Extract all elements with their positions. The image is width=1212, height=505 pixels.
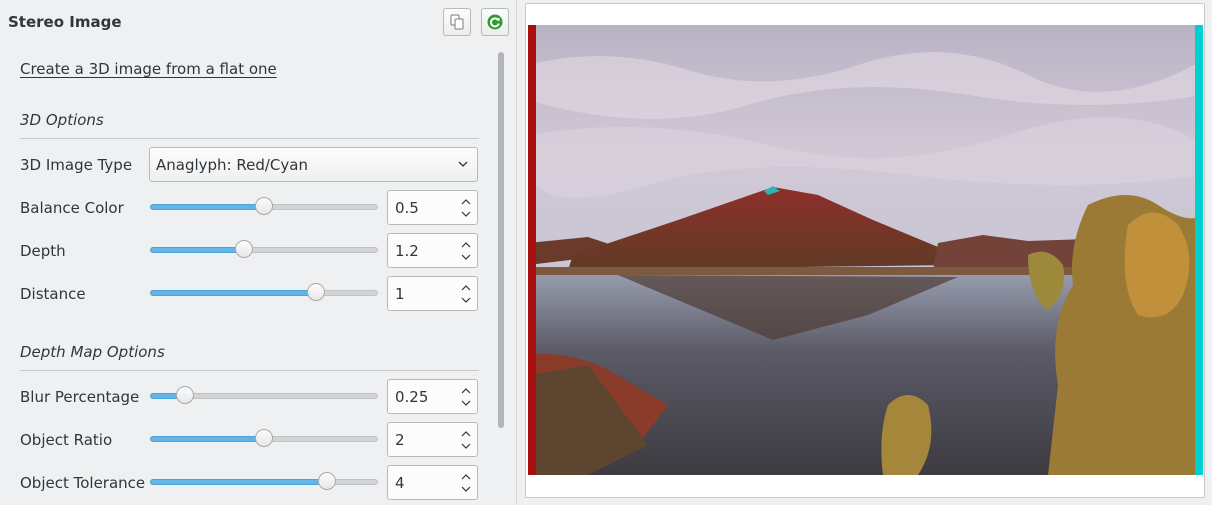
object-ratio-spinbox[interactable]: 2: [387, 422, 478, 457]
panel-title: Stereo Image: [8, 13, 122, 31]
spin-arrows-icon[interactable]: [460, 196, 472, 220]
depth-value: 1.2: [395, 242, 419, 260]
blur-percentage-value: 0.25: [395, 388, 429, 406]
copy-icon: [450, 14, 464, 30]
object-tolerance-spinbox[interactable]: 4: [387, 465, 478, 500]
image-type-label: 3D Image Type: [20, 156, 133, 174]
distance-value: 1: [395, 285, 405, 303]
section-divider: [20, 138, 479, 139]
slider-handle[interactable]: [306, 283, 325, 301]
distance-label: Distance: [20, 285, 86, 303]
slider-handle[interactable]: [255, 197, 273, 215]
slider-handle[interactable]: [318, 472, 337, 490]
depth-spinbox[interactable]: 1.2: [387, 233, 478, 268]
distance-spinbox[interactable]: 1: [387, 276, 478, 311]
section-3d-options-title: 3D Options: [20, 111, 104, 129]
object-ratio-value: 2: [395, 431, 405, 449]
stereo-preview-image: [528, 25, 1203, 475]
create-3d-link[interactable]: Create a 3D image from a flat one: [20, 60, 277, 78]
distance-slider[interactable]: [150, 283, 378, 301]
depth-label: Depth: [20, 242, 66, 260]
scrollbar-thumb[interactable]: [498, 52, 504, 428]
balance-color-slider[interactable]: [150, 197, 378, 215]
blur-percentage-slider[interactable]: [150, 386, 378, 404]
spin-arrows-icon[interactable]: [460, 282, 472, 306]
balance-color-label: Balance Color: [20, 199, 124, 217]
spin-arrows-icon[interactable]: [460, 428, 472, 452]
section-divider: [20, 370, 479, 371]
object-tolerance-label: Object Tolerance: [20, 474, 146, 492]
section-depth-map-title: Depth Map Options: [20, 343, 165, 361]
blur-percentage-label: Blur Percentage: [20, 388, 140, 406]
blur-percentage-spinbox[interactable]: 0.25: [387, 379, 478, 414]
slider-fill: [150, 290, 315, 296]
stereo-image-panel: Stereo Image Create a 3D image from a fl…: [0, 0, 516, 505]
object-tolerance-slider[interactable]: [150, 472, 378, 490]
object-ratio-slider[interactable]: [150, 429, 378, 447]
panel-divider[interactable]: [516, 0, 517, 505]
depth-slider[interactable]: [150, 240, 378, 258]
slider-fill: [150, 436, 263, 442]
refresh-button[interactable]: [481, 8, 509, 36]
slider-fill: [150, 247, 243, 253]
balance-color-value: 0.5: [395, 199, 419, 217]
image-type-select[interactable]: Anaglyph: Red/Cyan: [149, 147, 478, 182]
image-type-value: Anaglyph: Red/Cyan: [156, 156, 308, 174]
anaglyph-red-edge: [528, 25, 536, 475]
slider-handle[interactable]: [234, 240, 253, 258]
copy-button[interactable]: [443, 8, 471, 36]
spin-arrows-icon[interactable]: [460, 239, 472, 263]
slider-handle[interactable]: [255, 429, 273, 447]
slider-handle[interactable]: [175, 386, 194, 404]
spin-arrows-icon[interactable]: [460, 385, 472, 409]
object-tolerance-value: 4: [395, 474, 405, 492]
panel-scrollbar[interactable]: [494, 48, 508, 505]
balance-color-spinbox[interactable]: 0.5: [387, 190, 478, 225]
slider-fill: [150, 204, 263, 210]
object-ratio-label: Object Ratio: [20, 431, 113, 449]
anaglyph-cyan-edge: [1195, 25, 1203, 475]
chevron-down-icon: [458, 161, 468, 167]
spin-arrows-icon[interactable]: [460, 471, 472, 495]
refresh-icon: [487, 14, 503, 30]
slider-fill: [150, 479, 327, 485]
